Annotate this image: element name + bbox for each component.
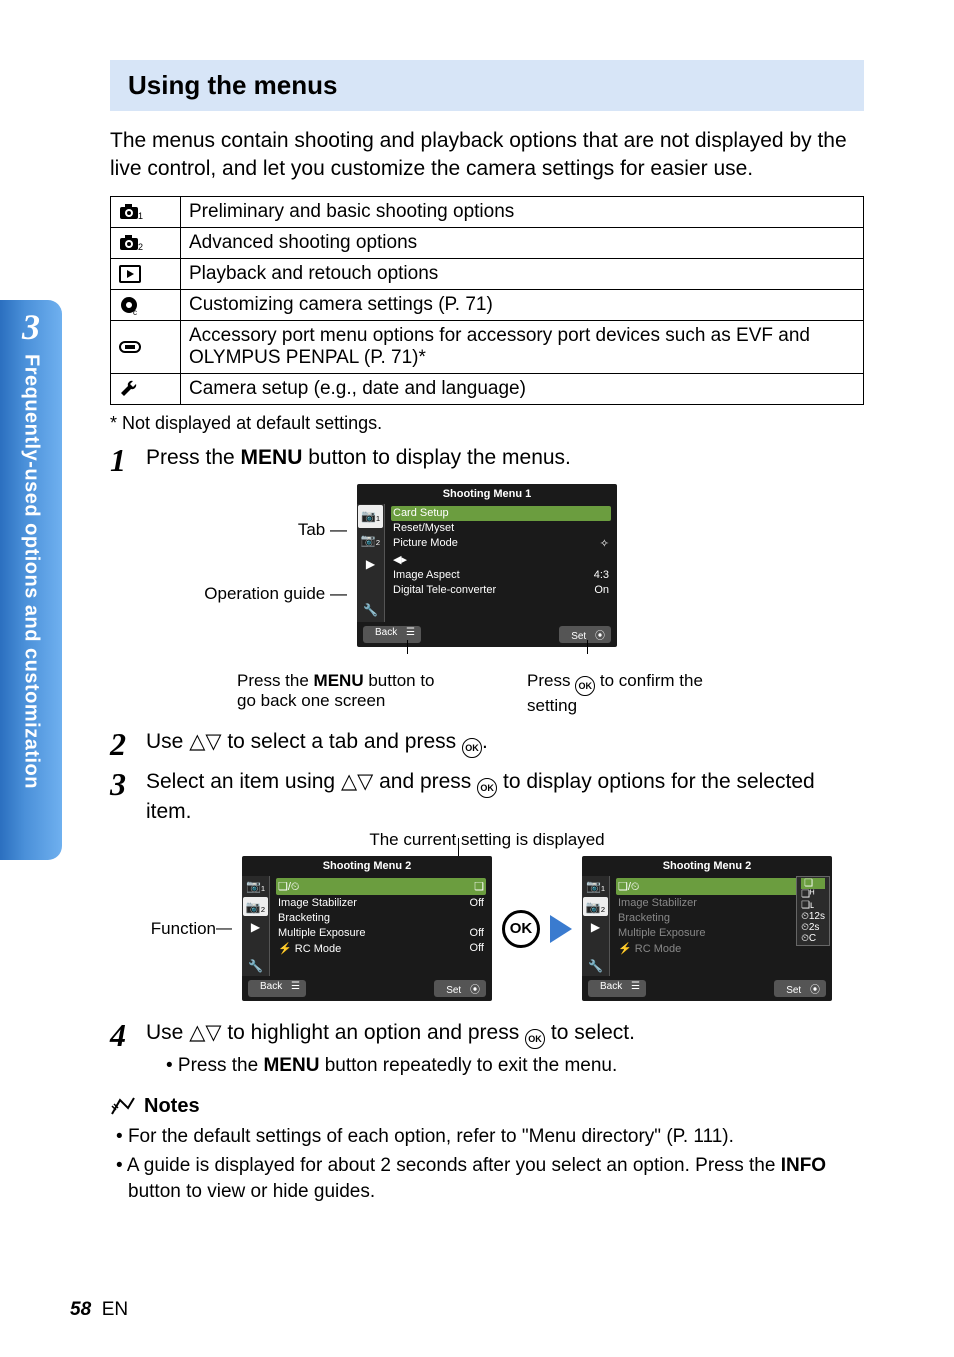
step-text: Use △▽ to select a tab and press OK. [146,728,864,758]
label-tab: Tab — [298,520,347,540]
arrow-right-icon [550,915,572,943]
svg-text:c: c [133,308,137,315]
page-footer: 58 EN [70,1299,128,1321]
step-2: 2 Use △▽ to select a tab and press OK. [110,728,864,760]
notes-icon [110,1096,136,1118]
camera-menu-screen-2b: Shooting Menu 2 📷₁📷₂▶🔧 ❏/⏲ Image Stabili… [582,856,832,1001]
menu-diagram-2: Function— Shooting Menu 2 📷₁📷₂▶🔧 ❏/⏲❏ Im… [110,856,864,1001]
note-item: For the default settings of each option,… [128,1124,864,1151]
svg-text:2: 2 [138,242,143,252]
menu-title: Shooting Menu 2 [582,856,832,876]
label-function: Function [151,919,216,939]
intro-text: The menus contain shooting and playback … [110,127,864,184]
label-current-setting: The current setting is displayed [110,830,864,850]
step-text: Press the MENU button to display the men… [146,444,864,472]
note-item: A guide is displayed for about 2 seconds… [128,1153,864,1206]
footnote: * Not displayed at default settings. [110,413,864,434]
section-heading: Using the menus [110,60,864,111]
row-desc: Accessory port menu options for accessor… [181,320,864,373]
step-1: 1 Press the MENU button to display the m… [110,444,864,476]
chapter-title: Frequently-used options and customizatio… [20,354,43,789]
step-text: Use △▽ to highlight an option and press … [146,1019,864,1049]
icon-gear: c [111,289,181,320]
step-text: Select an item using △▽ and press OK to … [146,768,864,826]
step-4-sub: • Press the MENU button repeatedly to ex… [166,1055,864,1077]
step-number: 1 [110,444,146,476]
icon-camera2: 2 [111,227,181,258]
icon-accessory [111,320,181,373]
icon-playback [111,258,181,289]
notes-heading: Notes [110,1095,864,1118]
step-number: 3 [110,768,146,800]
chapter-number: 3 [22,306,40,348]
camera-menu-screen-2a: Shooting Menu 2 📷₁📷₂▶🔧 ❏/⏲❏ Image Stabil… [242,856,492,1001]
row-desc: Advanced shooting options [181,227,864,258]
caption-back: Press the MENU button to go back one scr… [237,671,447,716]
popup-options: ❏ ❏ᴴ ❏ʟ ⏲12s ⏲2s ⏲C [796,876,830,946]
svg-text:1: 1 [138,211,143,221]
label-operation-guide: Operation guide — [204,584,347,604]
icon-camera1: 1 [111,196,181,227]
notes-list: For the default settings of each option,… [110,1124,864,1206]
menu-title: Shooting Menu 1 [357,484,617,504]
icon-wrench [111,373,181,404]
side-tab: 3 Frequently-used options and customizat… [0,300,62,860]
menu-title: Shooting Menu 2 [242,856,492,876]
options-table: 1 Preliminary and basic shooting options… [110,196,864,405]
camera-menu-screen: Shooting Menu 1 📷₁📷₂▶🔧 Card Setup Reset/… [357,484,617,647]
menu-diagram-1: Tab — Operation guide — Shooting Menu 1 … [110,484,864,716]
row-desc: Preliminary and basic shooting options [181,196,864,227]
step-4: 4 Use △▽ to highlight an option and pres… [110,1019,864,1051]
caption-ok: Press OK to confirm the setting [527,671,737,716]
step-number: 2 [110,728,146,760]
ok-button-icon: OK [502,910,540,948]
row-desc: Customizing camera settings (P. 71) [181,289,864,320]
menu-tab-strip: 📷₁📷₂▶🔧 [357,504,385,622]
step-3: 3 Select an item using △▽ and press OK t… [110,768,864,826]
row-desc: Camera setup (e.g., date and language) [181,373,864,404]
row-desc: Playback and retouch options [181,258,864,289]
step-number: 4 [110,1019,146,1051]
